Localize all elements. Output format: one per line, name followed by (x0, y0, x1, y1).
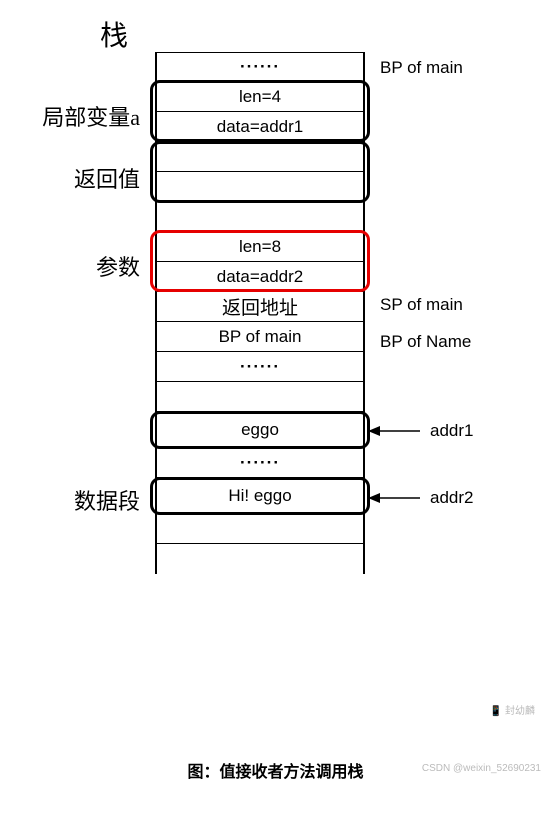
label-bp-main-top: BP of main (380, 58, 463, 78)
row-len4: len=4 (157, 82, 363, 112)
label-sp-main: SP of main (380, 295, 463, 315)
row-ellipsis-mid2: ······ (157, 448, 363, 478)
stack-column: ······ len=4 data=addr1 len=8 data=addr2… (155, 52, 365, 574)
row-blank (157, 382, 363, 412)
row-return-addr: 返回地址 (157, 292, 363, 322)
arrow-addr2 (368, 491, 420, 505)
label-param: 参数 (0, 250, 140, 282)
row-blank2 (157, 514, 363, 544)
label-addr1: addr1 (430, 421, 473, 441)
label-addr2: addr2 (430, 488, 473, 508)
row-data-addr2: data=addr2 (157, 262, 363, 292)
title-stack: 栈 (100, 14, 128, 54)
row-return-1 (157, 142, 363, 172)
row-hi-eggo: Hi! eggo (157, 478, 363, 514)
label-return-val: 返回值 (0, 162, 140, 194)
row-return-2 (157, 172, 363, 202)
row-len8: len=8 (157, 232, 363, 262)
label-local-a: 局部变量a (0, 100, 140, 132)
label-bp-name: BP of Name (380, 332, 471, 352)
row-bp-main: BP of main (157, 322, 363, 352)
row-ellipsis-top: ······ (157, 52, 363, 82)
arrow-addr1 (368, 424, 420, 438)
row-ellipsis-mid: ······ (157, 352, 363, 382)
row-data-addr1: data=addr1 (157, 112, 363, 142)
row-blank3 (157, 544, 363, 574)
row-eggo: eggo (157, 412, 363, 448)
label-data-seg: 数据段 (0, 484, 140, 516)
watermark-csdn: CSDN @weixin_52690231 (422, 763, 541, 774)
watermark-author: 📱 封幼麟 (490, 702, 535, 717)
row-gap (157, 202, 363, 232)
